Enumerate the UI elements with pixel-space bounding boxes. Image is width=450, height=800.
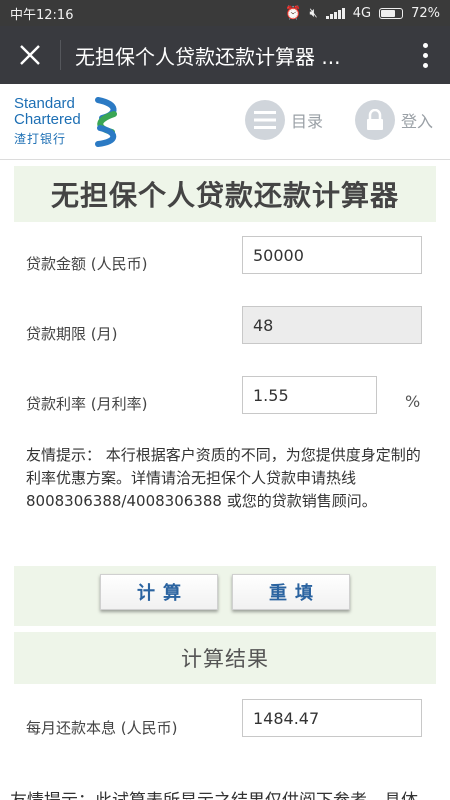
monthly-payment-label: 每月还款本息 (人民币): [26, 719, 178, 737]
more-dot-icon: [422, 62, 428, 68]
bank-header: Standard Chartered 渣打银行 目录 登入: [0, 84, 450, 160]
nav-login-label: 登入: [401, 112, 434, 131]
silent-icon: 🔇︎: [309, 5, 318, 21]
loan-amount-input[interactable]: 50000: [242, 236, 422, 274]
status-time: 中午12:16: [10, 7, 74, 23]
nav-login[interactable]: 登入: [355, 100, 433, 140]
result-banner: 计算结果: [14, 632, 436, 684]
rate-unit: %: [405, 392, 421, 411]
close-button[interactable]: [0, 26, 60, 84]
menu-icon: [245, 100, 285, 140]
network-type: 4G: [352, 5, 372, 21]
page-title: 无担保个人贷款还款计算器: [50, 179, 399, 212]
close-icon: [20, 45, 40, 65]
calculate-button[interactable]: 计算: [100, 574, 218, 610]
loan-rate-label: 贷款利率 (月利率): [26, 395, 148, 413]
bottom-tip-text: 友情提示：此试算表所显示之结果仅供阅下参考，具体: [10, 786, 418, 800]
reset-button[interactable]: 重填: [232, 574, 350, 610]
more-dot-icon: [422, 42, 428, 48]
alarm-icon: ⏰: [285, 5, 302, 21]
battery-percent: 72%: [411, 5, 440, 21]
calculator-title-banner: 无担保个人贷款还款计算器: [14, 166, 436, 222]
monthly-payment-output[interactable]: 1484.47: [242, 699, 422, 737]
result-title: 计算结果: [181, 647, 269, 671]
lock-icon: [355, 100, 395, 140]
button-area: 计算 重填: [14, 566, 436, 626]
loan-rate-input[interactable]: 1.55: [242, 376, 377, 414]
tips-text: 友情提示： 本行根据客户资质的不同，为您提供度身定制的利率优惠方案。详情请洽无担…: [26, 446, 421, 510]
bank-logo[interactable]: Standard Chartered 渣打银行: [14, 96, 124, 152]
bank-logo-mark-icon: [95, 97, 117, 147]
loan-amount-label: 贷款金额 (人民币): [26, 255, 148, 273]
loan-term-label: 贷款期限 (月): [26, 325, 118, 343]
signal-icon: [325, 7, 345, 19]
nav-menu-label: 目录: [291, 112, 324, 131]
more-menu-button[interactable]: [400, 26, 450, 84]
status-icons: ⏰ 🔇︎ 4G 72%: [285, 6, 440, 21]
status-bar: 中午12:16 ⏰ 🔇︎ 4G 72%: [0, 0, 450, 26]
title-bar: 无担保个人贷款还款计算器 ...: [0, 26, 450, 84]
loan-term-select[interactable]: 48: [242, 306, 422, 344]
battery-icon: [379, 7, 404, 19]
page-window-title: 无担保个人贷款还款计算器 ...: [75, 44, 341, 69]
nav-menu[interactable]: 目录: [245, 100, 323, 140]
more-dot-icon: [422, 52, 428, 58]
